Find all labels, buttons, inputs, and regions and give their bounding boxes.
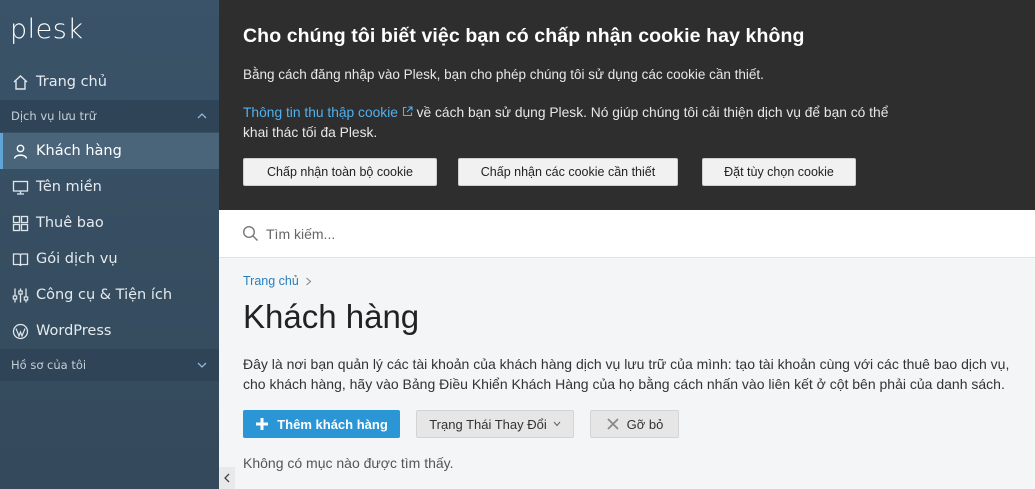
- sidebar-item-label: Thuê bao: [36, 215, 104, 231]
- grid-icon: [11, 214, 29, 232]
- cookie-info-link[interactable]: Thông tin thu thập cookie: [243, 105, 413, 120]
- sidebar-section-profile[interactable]: Hồ sơ của tôi: [0, 349, 219, 381]
- add-customer-button[interactable]: Thêm khách hàng: [243, 410, 400, 438]
- change-status-label: Trạng Thái Thay Đổi: [429, 416, 547, 432]
- sidebar-section-label: Hồ sơ của tôi: [11, 358, 87, 372]
- empty-list-message: Không có mục nào được tìm thấy.: [243, 455, 454, 471]
- remove-button[interactable]: Gỡ bỏ: [590, 410, 679, 438]
- search-bar[interactable]: Tìm kiếm...: [219, 210, 1035, 258]
- cookie-preferences-button[interactable]: Đặt tùy chọn cookie: [702, 158, 856, 186]
- chevron-up-icon: [197, 111, 207, 121]
- breadcrumb-home-link[interactable]: Trang chủ: [243, 274, 299, 288]
- close-icon: [607, 418, 619, 430]
- book-icon: [11, 250, 29, 268]
- change-status-button[interactable]: Trạng Thái Thay Đổi: [416, 410, 574, 438]
- sidebar-item-tools[interactable]: Công cụ & Tiện ích: [0, 277, 219, 313]
- search-input[interactable]: Tìm kiếm...: [266, 226, 335, 242]
- user-icon: [11, 142, 29, 160]
- sidebar-item-home[interactable]: Trang chủ: [0, 64, 219, 100]
- sidebar-item-subscriptions[interactable]: Thuê bao: [0, 205, 219, 241]
- sidebar-item-service-plans[interactable]: Gói dịch vụ: [0, 241, 219, 277]
- sidebar-item-label: WordPress: [36, 323, 112, 339]
- sidebar-item-wordpress[interactable]: WordPress: [0, 313, 219, 349]
- chevron-down-icon: [553, 421, 561, 427]
- search-icon: [242, 225, 259, 242]
- accept-all-cookies-button[interactable]: Chấp nhận toàn bộ cookie: [243, 158, 437, 186]
- chevron-down-icon: [197, 360, 207, 370]
- sliders-icon: [11, 286, 29, 304]
- home-icon: [11, 73, 29, 91]
- sidebar-section-hosting[interactable]: Dịch vụ lưu trữ: [0, 100, 219, 132]
- sidebar-item-domains[interactable]: Tên miền: [0, 169, 219, 205]
- cookie-info: Thông tin thu thập cookie về cách bạn sử…: [243, 103, 893, 143]
- sidebar-item-label: Công cụ & Tiện ích: [36, 287, 173, 303]
- chevron-right-icon: [305, 277, 312, 285]
- page-description: Đây là nơi bạn quản lý các tài khoản của…: [243, 354, 1035, 394]
- sidebar-item-label: Khách hàng: [36, 143, 122, 159]
- sidebar-item-label: Tên miền: [36, 179, 102, 195]
- accept-required-cookies-button[interactable]: Chấp nhận các cookie cần thiết: [458, 158, 678, 186]
- sidebar: plesk Trang chủ Dịch vụ lưu trữ Khách hà…: [0, 0, 219, 489]
- breadcrumb: Trang chủ: [243, 274, 312, 288]
- cookie-text: Bằng cách đăng nhập vào Plesk, bạn cho p…: [243, 67, 764, 82]
- sidebar-item-label: Gói dịch vụ: [36, 251, 118, 267]
- page-description-line: cho khách hàng, hãy vào Bảng Điều Khiển …: [243, 376, 1005, 392]
- sidebar-collapse-button[interactable]: [219, 467, 235, 489]
- plus-icon: [256, 418, 269, 430]
- chevron-left-icon: [224, 473, 230, 483]
- remove-label: Gỡ bỏ: [626, 416, 664, 432]
- cookie-banner: Cho chúng tôi biết việc bạn có chấp nhận…: [219, 0, 1035, 210]
- sidebar-item-customers[interactable]: Khách hàng: [0, 133, 219, 169]
- monitor-icon: [11, 178, 29, 196]
- cookie-title: Cho chúng tôi biết việc bạn có chấp nhận…: [243, 25, 805, 47]
- page-description-line: Đây là nơi bạn quản lý các tài khoản của…: [243, 356, 1010, 372]
- page-title: Khách hàng: [243, 298, 420, 335]
- sidebar-item-label: Trang chủ: [36, 74, 107, 90]
- sidebar-section-label: Dịch vụ lưu trữ: [11, 109, 97, 123]
- plesk-logo[interactable]: plesk: [10, 14, 83, 45]
- wordpress-icon: [11, 322, 29, 340]
- external-link-icon: [402, 106, 413, 117]
- add-customer-label: Thêm khách hàng: [277, 416, 388, 432]
